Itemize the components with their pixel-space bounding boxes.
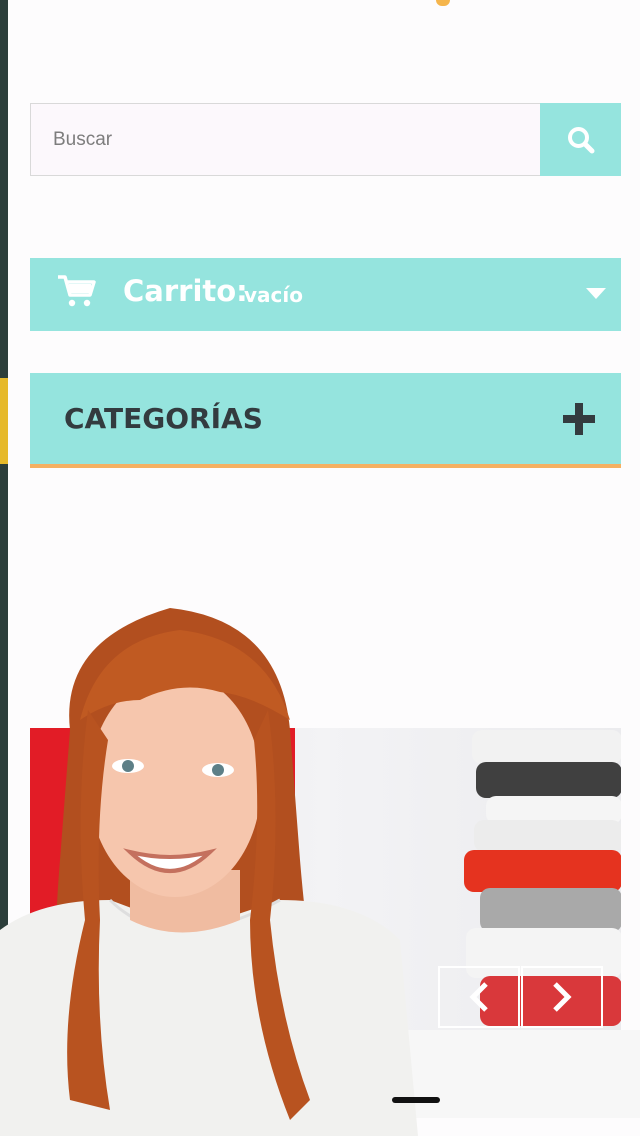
presenter-video-overlay [0,608,418,1136]
cart-dropdown[interactable]: Carrito: vacío [30,258,621,331]
chevron-down-icon [586,288,606,299]
search-bar [30,103,621,176]
search-input[interactable] [30,103,540,176]
categories-toggle[interactable]: CATEGORÍAS [30,373,621,468]
chevron-right-icon [553,982,572,1012]
cart-title: Carrito: [123,274,248,308]
search-button[interactable] [540,103,621,176]
cart-status: vacío [244,283,303,307]
search-icon [567,126,594,153]
cart-icon [58,275,96,307]
slider-next-button[interactable] [521,966,603,1028]
chevron-left-icon [469,982,488,1012]
logo-fragment [436,0,450,6]
plus-icon[interactable] [561,401,597,437]
home-indicator [392,1097,440,1103]
slider-prev-button[interactable] [438,966,520,1028]
categories-title: CATEGORÍAS [64,402,263,435]
